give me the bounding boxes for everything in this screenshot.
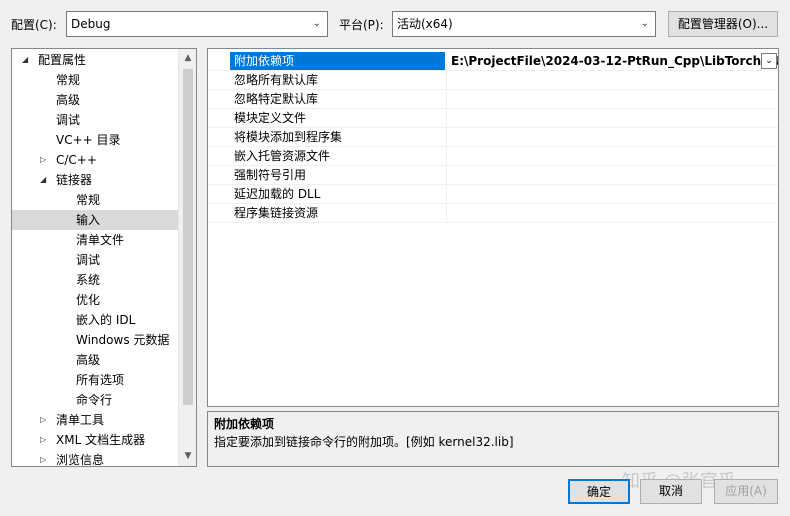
tree-item[interactable]: 系统: [12, 270, 178, 290]
triangle-collapsed-icon[interactable]: ▷: [40, 150, 46, 170]
tree-scrollbar[interactable]: ▲ ▼: [178, 49, 196, 466]
cancel-button[interactable]: 取消: [640, 479, 702, 504]
property-row[interactable]: 程序集链接资源: [208, 204, 778, 223]
tree-item[interactable]: ◢ 链接器: [12, 170, 178, 190]
property-value[interactable]: [446, 71, 778, 89]
property-name: 忽略特定默认库: [234, 92, 319, 106]
tree-item[interactable]: ◢ 配置属性: [12, 50, 178, 70]
tree-item-label: 所有选项: [76, 373, 125, 387]
chevron-down-icon: ⌄: [640, 18, 649, 29]
tree-item[interactable]: 所有选项: [12, 370, 178, 390]
config-select-value: Debug: [71, 17, 111, 31]
tree-item-label: 嵌入的 IDL: [76, 313, 136, 327]
tree-item-label: Windows 元数据: [76, 333, 170, 347]
tree-item-label: C/C++: [56, 153, 97, 167]
scroll-up-icon[interactable]: ▲: [179, 50, 196, 67]
triangle-expanded-icon[interactable]: ◢: [40, 170, 46, 190]
tree-item[interactable]: 常规: [12, 70, 178, 90]
description-title: 附加依赖项: [214, 417, 275, 431]
property-row[interactable]: 强制符号引用: [208, 166, 778, 185]
tree-item[interactable]: VC++ 目录: [12, 130, 178, 150]
chevron-down-icon: ⌄: [312, 18, 321, 29]
triangle-collapsed-icon[interactable]: ▷: [40, 430, 46, 450]
property-row[interactable]: 忽略特定默认库: [208, 90, 778, 109]
property-value[interactable]: [446, 147, 778, 165]
tree-item-label: XML 文档生成器: [56, 433, 146, 447]
tree-item[interactable]: 命令行: [12, 390, 178, 410]
config-select[interactable]: Debug ⌄: [66, 11, 328, 37]
tree-item[interactable]: 清单文件: [12, 230, 178, 250]
platform-select[interactable]: 活动(x64) ⌄: [392, 11, 656, 37]
tree-item-label: 清单文件: [76, 233, 125, 247]
property-name: 程序集链接资源: [234, 206, 319, 220]
property-value-text: E:\ProjectFile\2024-03-12-PtRun_Cpp\LibT…: [451, 54, 778, 68]
tree-item[interactable]: 常规: [12, 190, 178, 210]
tree-item[interactable]: ▷ 清单工具: [12, 410, 178, 430]
property-name: 忽略所有默认库: [234, 73, 319, 87]
tree-item-label: 调试: [76, 253, 101, 267]
tree-item[interactable]: ▷ C/C++: [12, 150, 178, 170]
tree-item-label: VC++ 目录: [56, 133, 121, 147]
tree-item-label: 优化: [76, 293, 101, 307]
triangle-collapsed-icon[interactable]: ▷: [40, 450, 46, 466]
triangle-collapsed-icon[interactable]: ▷: [40, 410, 46, 430]
tree-item-label: 高级: [76, 353, 101, 367]
property-row[interactable]: 附加依赖项 E:\ProjectFile\2024-03-12-PtRun_Cpp…: [208, 52, 778, 71]
chevron-down-icon[interactable]: ⌄: [761, 53, 777, 69]
tree-item[interactable]: 调试: [12, 110, 178, 130]
tree-item-label: 配置属性: [38, 53, 87, 67]
property-value[interactable]: [446, 204, 778, 222]
property-tree: ◢ 配置属性 常规 高级 调试 VC++ 目录 ▷ C/C++ ◢ 链接器 常规 输入 清单文件 调试 系统…: [11, 48, 197, 467]
property-row[interactable]: 嵌入托管资源文件: [208, 147, 778, 166]
tree-item-label: 链接器: [56, 173, 93, 187]
property-value[interactable]: [446, 128, 778, 146]
tree-item[interactable]: 调试: [12, 250, 178, 270]
property-name: 嵌入托管资源文件: [234, 149, 331, 163]
tree-item-label: 浏览信息: [56, 453, 105, 467]
property-name: 附加依赖项: [230, 52, 445, 70]
tree-item-label: 高级: [56, 93, 81, 107]
tree-item[interactable]: 高级: [12, 350, 178, 370]
property-row[interactable]: 将模块添加到程序集: [208, 128, 778, 147]
property-name: 模块定义文件: [234, 111, 307, 125]
triangle-expanded-icon[interactable]: ◢: [22, 50, 28, 70]
platform-select-value: 活动(x64): [397, 17, 453, 31]
property-name: 将模块添加到程序集: [234, 130, 343, 144]
tree-item[interactable]: ▷ 浏览信息: [12, 450, 178, 467]
description-text: 指定要添加到链接命令行的附加项。[例如 kernel32.lib]: [214, 435, 514, 449]
tree-item[interactable]: 高级: [12, 90, 178, 110]
property-value[interactable]: [446, 166, 778, 184]
property-name: 延迟加载的 DLL: [234, 187, 321, 201]
tree-item-label: 系统: [76, 273, 101, 287]
tree-item-label: 清单工具: [56, 413, 105, 427]
tree-item-label: 输入: [76, 213, 101, 227]
config-manager-button[interactable]: 配置管理器(O)...: [668, 11, 778, 37]
property-row[interactable]: 忽略所有默认库: [208, 71, 778, 90]
platform-label: 平台(P):: [339, 18, 384, 32]
tree-scroll-thumb[interactable]: [183, 69, 193, 405]
property-value[interactable]: E:\ProjectFile\2024-03-12-PtRun_Cpp\LibT…: [446, 52, 778, 70]
property-row[interactable]: 模块定义文件: [208, 109, 778, 128]
property-name: 强制符号引用: [234, 168, 307, 182]
property-value[interactable]: [446, 90, 778, 108]
tree-item[interactable]: Windows 元数据: [12, 330, 178, 350]
tree-item[interactable]: 优化: [12, 290, 178, 310]
ok-button[interactable]: 确定: [568, 479, 630, 504]
tree-item[interactable]: 输入: [12, 210, 178, 230]
scroll-down-icon[interactable]: ▼: [179, 448, 196, 465]
tree-item[interactable]: 嵌入的 IDL: [12, 310, 178, 330]
apply-button[interactable]: 应用(A): [714, 479, 778, 504]
property-value[interactable]: [446, 109, 778, 127]
property-value[interactable]: [446, 185, 778, 203]
property-row[interactable]: 延迟加载的 DLL: [208, 185, 778, 204]
tree-item-label: 命令行: [76, 393, 113, 407]
property-grid: 附加依赖项 E:\ProjectFile\2024-03-12-PtRun_Cpp…: [207, 48, 779, 407]
tree-item-label: 调试: [56, 113, 81, 127]
description-panel: 附加依赖项 指定要添加到链接命令行的附加项。[例如 kernel32.lib]: [207, 411, 779, 467]
tree-item[interactable]: ▷ XML 文档生成器: [12, 430, 178, 450]
config-label: 配置(C):: [11, 18, 57, 32]
tree-item-label: 常规: [76, 193, 101, 207]
tree-item-label: 常规: [56, 73, 81, 87]
